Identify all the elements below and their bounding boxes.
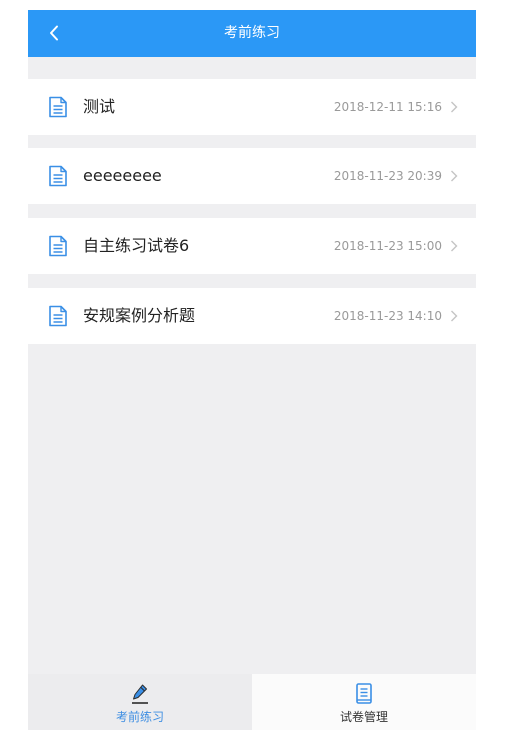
tab-paper-management[interactable]: 试卷管理 — [252, 674, 476, 730]
app-screen: 考前练习 测试 2018-12-11 15:16 eeeeeeee 2018-1… — [28, 10, 476, 730]
chevron-right-icon — [451, 101, 458, 113]
chevron-right-icon — [451, 310, 458, 322]
paper-title: 测试 — [83, 97, 116, 116]
page-title: 考前练习 — [224, 25, 280, 41]
document-icon — [49, 235, 67, 257]
document-icon — [49, 305, 67, 327]
paper-row[interactable]: eeeeeeee 2018-11-23 20:39 — [28, 148, 476, 204]
paper-title: 安规案例分析题 — [83, 306, 196, 325]
paper-date: 2018-11-23 15:00 — [333, 239, 442, 253]
paper-title: 自主练习试卷6 — [83, 236, 190, 255]
chevron-right-icon — [451, 170, 458, 182]
tab-exam-practice[interactable]: 考前练习 — [28, 674, 252, 730]
paper-row[interactable]: 测试 2018-12-11 15:16 — [28, 79, 476, 135]
paper-date: 2018-11-23 14:10 — [333, 309, 442, 323]
tab-label: 试卷管理 — [339, 710, 388, 724]
chevron-right-icon — [451, 240, 458, 252]
book-icon — [356, 683, 372, 704]
header-bar: 考前练习 — [28, 10, 476, 57]
paper-row[interactable]: 自主练习试卷6 2018-11-23 15:00 — [28, 218, 476, 274]
paper-title: eeeeeeee — [83, 166, 162, 185]
paper-date: 2018-11-23 20:39 — [333, 169, 442, 183]
paper-row[interactable]: 安规案例分析题 2018-11-23 14:10 — [28, 288, 476, 344]
bottom-tab-bar: 考前练习 试卷管理 — [28, 674, 476, 730]
pencil-icon — [132, 684, 148, 704]
back-button[interactable] — [42, 20, 66, 46]
document-icon — [49, 96, 67, 118]
paper-date: 2018-12-11 15:16 — [333, 100, 442, 114]
chevron-left-icon — [50, 25, 58, 41]
document-icon — [49, 165, 67, 187]
tab-label: 考前练习 — [115, 710, 164, 724]
